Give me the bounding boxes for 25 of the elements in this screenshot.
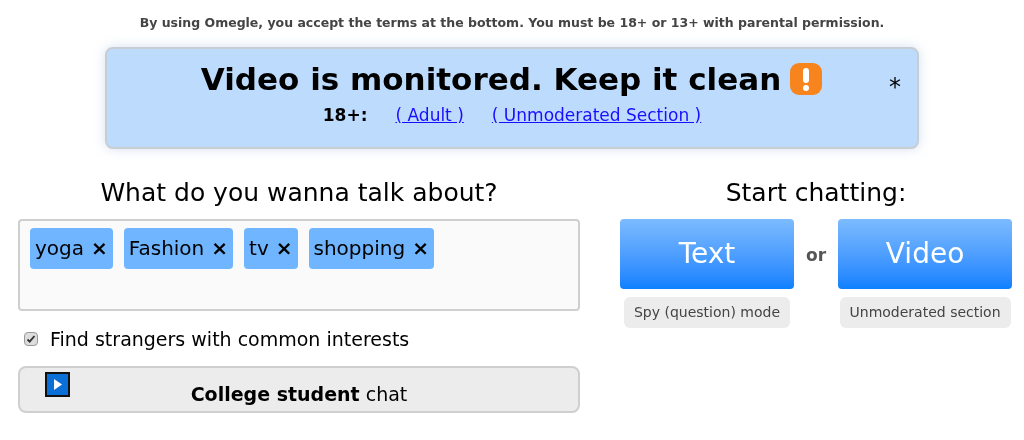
- section-link[interactable]: ( Adult ): [395, 102, 464, 129]
- interest-tag: Fashion ×: [123, 227, 234, 269]
- play-icon: [45, 372, 70, 398]
- interests-checkbox[interactable]: [24, 332, 38, 346]
- exclamation-icon: [789, 61, 824, 96]
- interest-tag: yoga ×: [30, 227, 113, 269]
- asterisk: *: [889, 71, 901, 103]
- college-chat-button[interactable]: College student chat: [18, 366, 580, 414]
- section-link[interactable]: ( Unmoderated Section ): [491, 102, 702, 129]
- interest-tag: tv ×: [244, 227, 298, 269]
- interests-heading: What do you wanna talk about?: [100, 176, 498, 209]
- mode-label: Spy (question) mode: [623, 296, 790, 328]
- interest-tag: shopping ×: [308, 227, 434, 269]
- remove-tag-button[interactable]: ×: [412, 233, 429, 264]
- or-label: or: [805, 243, 827, 267]
- checkbox-label: Find strangers with common interests: [50, 326, 410, 352]
- remove-tag-button[interactable]: ×: [91, 233, 108, 264]
- interests-field[interactable]: yoga × Fashion × tv × shopping ×: [18, 218, 580, 311]
- remove-tag-button[interactable]: ×: [211, 233, 229, 264]
- age-label: 18+:: [322, 103, 368, 127]
- start-heading: Start chatting:: [725, 176, 907, 209]
- banner-title: Video is monitored. Keep it clean: [200, 59, 782, 99]
- terms-notice: By using Omegle, you accept the terms at the bottom. You must be 18+ or 13+ with parental permission.: [139, 14, 885, 32]
- mode-label: Unmoderated section: [839, 296, 1011, 328]
- remove-tag-button[interactable]: ×: [275, 233, 293, 264]
